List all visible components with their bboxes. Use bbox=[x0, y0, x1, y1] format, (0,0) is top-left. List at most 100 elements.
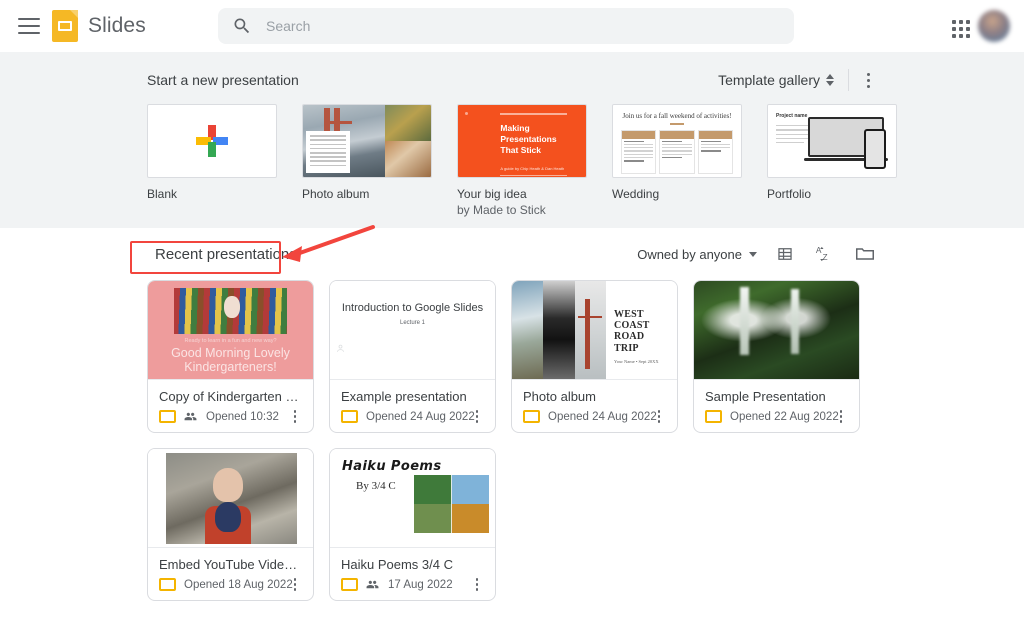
slides-file-icon bbox=[341, 410, 358, 423]
avatar[interactable] bbox=[978, 10, 1010, 42]
search-input[interactable] bbox=[266, 18, 746, 34]
file-more-options-icon[interactable] bbox=[287, 576, 303, 594]
chevron-down-icon bbox=[749, 251, 757, 257]
west-coast-road-trip-thumbnail: WEST COAST ROAD TRIP Your Name • Sept 20… bbox=[512, 281, 677, 380]
recent-presentations-section: Recent presentations Owned by anyone A Z bbox=[0, 228, 1024, 601]
slides-file-icon bbox=[159, 578, 176, 591]
start-new-presentation-section: Start a new presentation Template galler… bbox=[0, 52, 1024, 228]
template-name: Wedding bbox=[612, 187, 660, 201]
blank-plus-thumbnail bbox=[147, 104, 277, 178]
thumb-title: WEST COAST ROAD TRIP bbox=[614, 309, 650, 354]
slides-file-icon bbox=[341, 578, 358, 591]
file-card-meta: Haiku Poems 3/4 C 17 Aug 2022 bbox=[330, 548, 495, 600]
file-card[interactable]: Sample Presentation Opened 22 Aug 2022 bbox=[693, 280, 860, 433]
search-bar[interactable] bbox=[218, 8, 794, 44]
app-brand-name: Slides bbox=[88, 14, 146, 37]
recent-presentations-title: Recent presentations bbox=[155, 245, 297, 263]
intro-google-slides-thumbnail: Introduction to Google Slides Lecture 1 bbox=[330, 281, 495, 380]
file-subrow: Opened 18 Aug 2022 bbox=[159, 578, 303, 591]
shared-people-icon bbox=[183, 410, 198, 423]
thumb-subtitle: Ready to learn in a fun and new way? bbox=[184, 338, 277, 344]
file-subrow: 17 Aug 2022 bbox=[341, 578, 485, 591]
file-date: 17 Aug 2022 bbox=[388, 578, 453, 591]
file-picker-folder-icon[interactable] bbox=[853, 242, 877, 266]
file-subrow: Opened 24 Aug 2022 bbox=[341, 410, 485, 423]
file-card-meta: Example presentation Opened 24 Aug 2022 bbox=[330, 380, 495, 432]
thumb-text-block bbox=[306, 131, 351, 173]
template-card-wedding[interactable]: Join us for a fall weekend of activities… bbox=[612, 104, 742, 217]
expand-collapse-icon[interactable] bbox=[826, 74, 834, 86]
thumb-placeholder-icon bbox=[337, 344, 344, 352]
divider bbox=[848, 69, 849, 91]
file-card[interactable]: Introduction to Google Slides Lecture 1 … bbox=[329, 280, 496, 433]
sort-az-icon[interactable]: A Z bbox=[813, 242, 837, 266]
slides-file-icon bbox=[523, 410, 540, 423]
file-card[interactable]: Haiku Poems By 3/4 C Haiku Poems 3/4 C 1… bbox=[329, 448, 496, 601]
file-more-options-icon[interactable] bbox=[469, 576, 485, 594]
top-app-bar: Slides bbox=[0, 0, 1024, 52]
your-big-idea-thumbnail: Making Presentations That Stick A guide … bbox=[457, 104, 587, 178]
wedding-thumbnail: Join us for a fall weekend of activities… bbox=[612, 104, 742, 178]
file-card[interactable]: Ready to learn in a fun and new way? Goo… bbox=[147, 280, 314, 433]
new-presentation-heading: Start a new presentation bbox=[147, 72, 299, 88]
file-title: Photo album bbox=[523, 389, 596, 404]
recent-files-grid-wrapper: Ready to learn in a fun and new way? Goo… bbox=[147, 280, 877, 601]
template-card-your-big-idea[interactable]: Making Presentations That Stick A guide … bbox=[457, 104, 587, 217]
template-card-photo-album[interactable]: Photo album bbox=[302, 104, 432, 217]
thumb-byline: A guide by Chip Heath & Dan Heath bbox=[500, 165, 565, 171]
thumb-title: Good Morning Lovely Kindergarteners! bbox=[171, 346, 290, 375]
file-date: Opened 18 Aug 2022 bbox=[184, 578, 293, 591]
haiku-poems-thumbnail: Haiku Poems By 3/4 C bbox=[330, 449, 495, 548]
thumb-subtitle: Your Name • Sept 20XX bbox=[614, 358, 659, 364]
file-more-options-icon[interactable] bbox=[651, 408, 667, 426]
svg-text:Z: Z bbox=[823, 252, 828, 262]
more-options-kebab-icon[interactable] bbox=[859, 70, 877, 90]
template-card-blank[interactable]: Blank bbox=[147, 104, 277, 217]
photo-album-thumbnail bbox=[302, 104, 432, 178]
hamburger-menu-icon[interactable] bbox=[18, 18, 40, 34]
template-name: Your big idea bbox=[457, 187, 527, 201]
file-more-options-icon[interactable] bbox=[287, 408, 303, 426]
kindergarten-thumbnail: Ready to learn in a fun and new way? Goo… bbox=[148, 281, 313, 380]
file-date: Opened 10:32 bbox=[206, 410, 279, 423]
logo-fold-corner bbox=[70, 10, 78, 18]
file-card-meta: Photo album Opened 24 Aug 2022 bbox=[512, 380, 677, 432]
plus-icon bbox=[194, 123, 230, 159]
search-icon bbox=[232, 16, 252, 36]
file-card-meta: Sample Presentation Opened 22 Aug 2022 bbox=[694, 380, 859, 432]
google-slides-logo-icon[interactable] bbox=[52, 10, 78, 42]
file-card-meta: Copy of Kindergarten Go... Opened 10:32 bbox=[148, 380, 313, 432]
template-name: Portfolio bbox=[767, 187, 812, 201]
template-card-portfolio[interactable]: Project name Portfolio bbox=[767, 104, 897, 217]
slides-file-icon bbox=[705, 410, 722, 423]
new-presentation-header: Start a new presentation Template galler… bbox=[147, 68, 877, 92]
owner-filter-dropdown[interactable]: Owned by anyone bbox=[637, 247, 757, 262]
file-more-options-icon[interactable] bbox=[833, 408, 849, 426]
file-card[interactable]: Embed YouTube Video in ... Opened 18 Aug… bbox=[147, 448, 314, 601]
file-title: Embed YouTube Video in ... bbox=[159, 557, 303, 572]
file-date: Opened 22 Aug 2022 bbox=[730, 410, 839, 423]
logo-slide-shape bbox=[58, 21, 72, 31]
template-list: Blank Photo album Making Presentations T… bbox=[147, 104, 897, 217]
file-title: Haiku Poems 3/4 C bbox=[341, 557, 453, 572]
file-subrow: Opened 10:32 bbox=[159, 410, 303, 423]
waterfall-thumbnail bbox=[694, 281, 859, 380]
list-view-icon[interactable] bbox=[773, 242, 797, 266]
owner-filter-label: Owned by anyone bbox=[637, 246, 742, 262]
file-subrow: Opened 24 Aug 2022 bbox=[523, 410, 667, 423]
top-bar-right-controls bbox=[948, 0, 1010, 52]
slides-file-icon bbox=[159, 410, 176, 423]
file-card-meta: Embed YouTube Video in ... Opened 18 Aug… bbox=[148, 548, 313, 600]
template-name: Photo album bbox=[302, 187, 370, 201]
file-date: Opened 24 Aug 2022 bbox=[548, 410, 657, 423]
thumb-subtitle: Lecture 1 bbox=[399, 320, 426, 327]
google-apps-grid-icon[interactable] bbox=[948, 16, 970, 38]
file-subrow: Opened 22 Aug 2022 bbox=[705, 410, 849, 423]
thumb-title: Join us for a fall weekend of activities… bbox=[622, 112, 732, 120]
thumb-photo bbox=[174, 288, 287, 334]
template-gallery-link[interactable]: Template gallery bbox=[718, 72, 820, 88]
thumb-title: Haiku Poems bbox=[342, 459, 442, 474]
file-card[interactable]: WEST COAST ROAD TRIP Your Name • Sept 20… bbox=[511, 280, 678, 433]
template-gallery-controls: Template gallery bbox=[718, 69, 877, 91]
file-more-options-icon[interactable] bbox=[469, 408, 485, 426]
